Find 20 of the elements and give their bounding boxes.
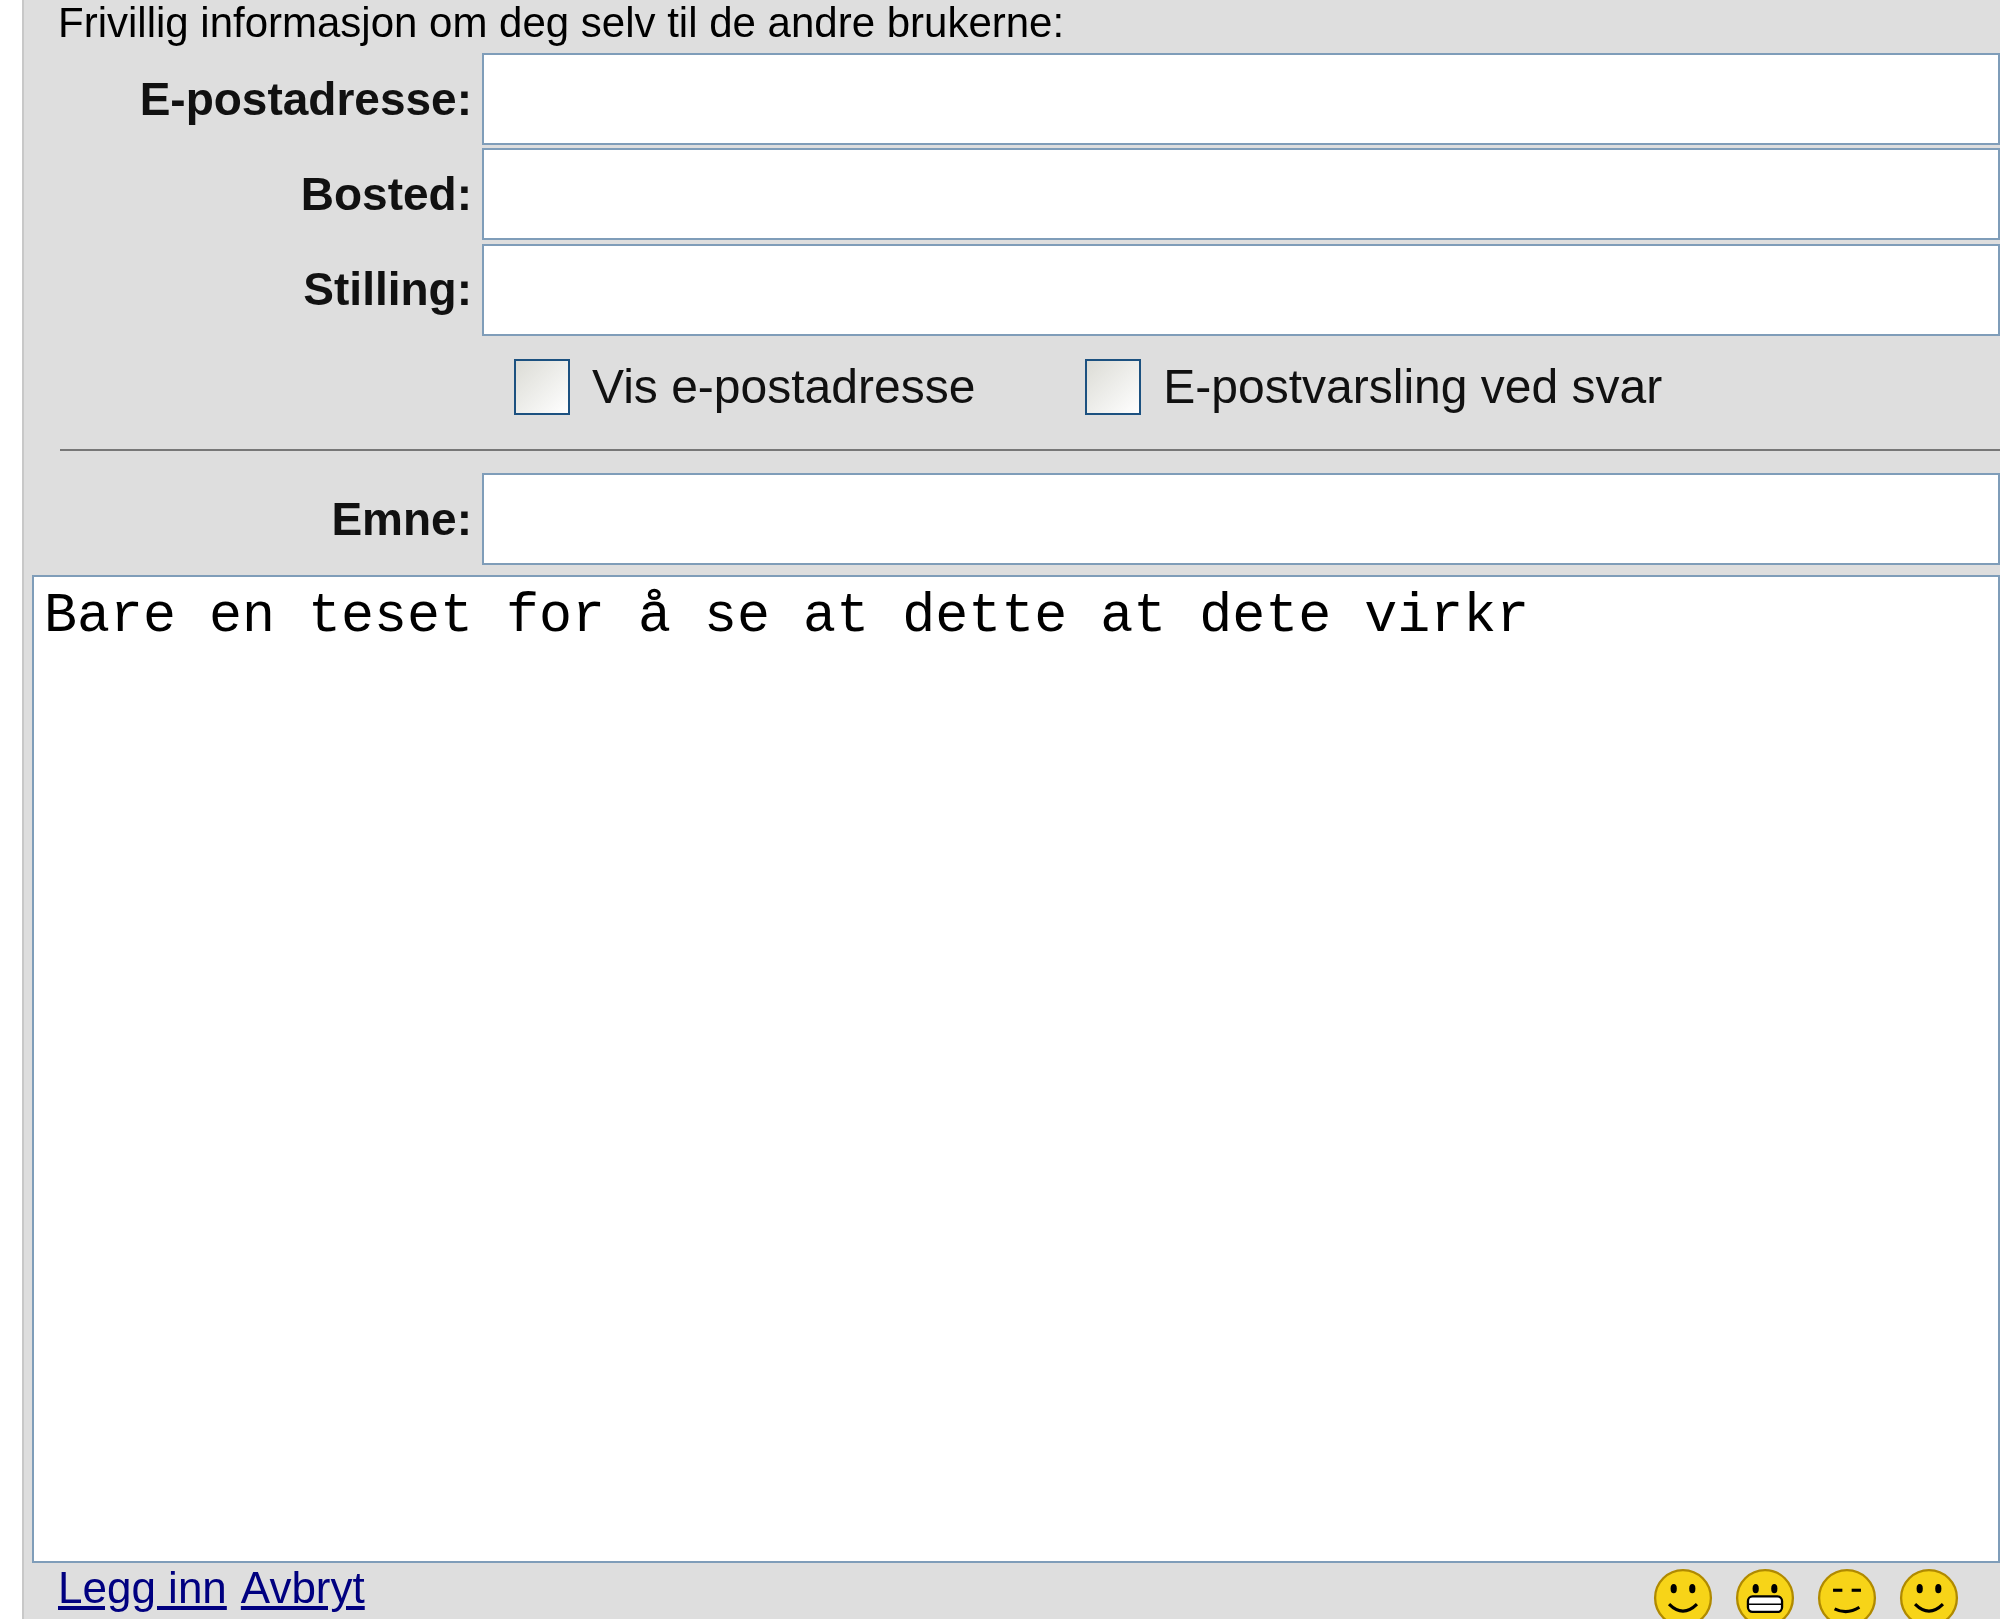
form-link[interactable]: Legg inn [58, 1562, 227, 1613]
intro-text: Frivillig informasjon om deg selv til de andre brukerne: [57, 0, 1066, 48]
form-link[interactable]: Avbryt [240, 1562, 365, 1613]
emoticon-icon[interactable] [1734, 1566, 1796, 1619]
input-field[interactable] [482, 243, 2000, 336]
field-label: Bosted: [299, 166, 473, 222]
checkbox[interactable] [514, 358, 570, 415]
input-field[interactable] [482, 53, 2000, 146]
subject-label: Emne: [330, 491, 473, 547]
emoticon-icon[interactable] [1816, 1566, 1878, 1619]
message-field[interactable]: Bare en teset for å se at dette at dete virkr [32, 574, 2000, 1563]
field-label: Stilling: [302, 262, 473, 318]
subject-field[interactable] [482, 473, 2000, 566]
emoticon-icon[interactable] [1898, 1566, 1960, 1619]
input-field[interactable] [482, 148, 2000, 241]
checkbox-label: Vis e-postadresse [592, 358, 976, 415]
checkbox[interactable] [1085, 358, 1142, 415]
checkbox-label: E-postvarsling ved svar [1163, 358, 1663, 415]
field-label: E-postadresse: [138, 71, 473, 127]
emoticon-icon[interactable] [1652, 1566, 1714, 1619]
